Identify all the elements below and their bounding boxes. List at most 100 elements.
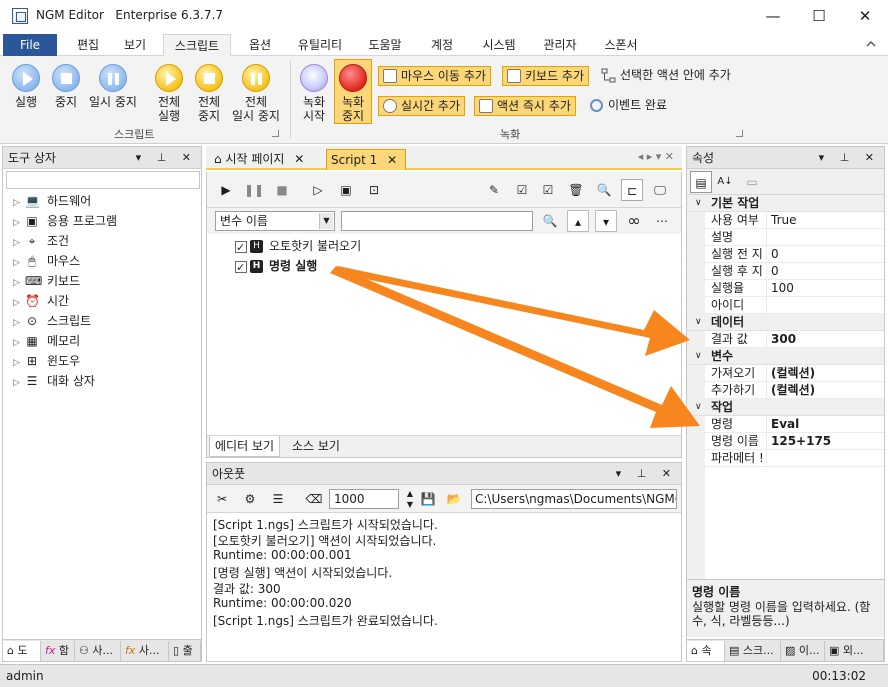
pause-button[interactable]: 일시 중지 xyxy=(86,64,140,109)
prop-row[interactable]: 실행율 100 xyxy=(687,280,884,297)
property-pages-icon[interactable]: ▭ xyxy=(741,171,763,193)
prop-row[interactable]: 사용 여부 True xyxy=(687,212,884,229)
variable-select[interactable]: 변수 이름 ▼ xyxy=(215,211,335,231)
script-tab[interactable]: ▤ 스크... xyxy=(725,641,781,661)
properties-tab[interactable]: ⌂ 속 xyxy=(687,641,725,661)
prop-row[interactable]: 실행 전 지0 xyxy=(687,246,884,263)
tab-script[interactable]: 스크립트 xyxy=(163,34,231,57)
prop-row[interactable]: 파라메터 ! xyxy=(687,450,884,467)
categorized-icon[interactable]: ▤ xyxy=(690,171,712,193)
record-start-button[interactable]: 녹화 시작 xyxy=(296,64,332,123)
category-data[interactable]: ∨ 데이터 xyxy=(687,314,884,331)
api-tab[interactable]: ▣ 외... xyxy=(825,641,884,661)
panel-controls[interactable]: ▾ ⊥ ✕ xyxy=(819,147,880,169)
run-button[interactable]: 실행 xyxy=(8,64,44,109)
tab-utility[interactable]: 유틸리티 xyxy=(290,34,350,56)
tree-item-keyboard[interactable]: ▷ ⌨ 키보드 xyxy=(13,271,80,291)
run-all-button[interactable]: 전체 실행 xyxy=(150,64,188,123)
prop-row[interactable]: 명령 Eval xyxy=(687,416,884,433)
more-icon[interactable]: ⋯ xyxy=(651,210,673,232)
search-icon[interactable]: 🔍 xyxy=(539,210,561,232)
category-task[interactable]: ∨ 작업 xyxy=(687,399,884,416)
script-group-launcher[interactable] xyxy=(272,130,279,137)
folder-icon[interactable]: 📂 xyxy=(443,488,465,510)
tab-editor-view[interactable]: 에디터 보기 xyxy=(209,436,281,457)
action-item-run-command[interactable]: H명령 실행 xyxy=(235,256,317,278)
log-path-input[interactable]: C:\Users\ngmas\Documents\NGM6\ xyxy=(471,489,677,509)
add-keyboard-button[interactable]: 키보드 추가 xyxy=(502,66,590,86)
eraser-icon[interactable]: ⌫ xyxy=(303,488,325,510)
record-group-launcher[interactable] xyxy=(736,130,743,137)
tab-source-view[interactable]: 소스 보기 xyxy=(287,436,345,457)
checkbox[interactable] xyxy=(235,238,247,258)
tree-item-mouse[interactable]: ▷ 🖱 마우스 xyxy=(13,251,80,271)
search-icon[interactable]: 🔍 xyxy=(593,179,615,201)
tab-edit[interactable]: 편집 xyxy=(68,34,108,56)
tab-view[interactable]: 보기 xyxy=(115,34,155,56)
toolbox-tab[interactable]: ⌂ 도 xyxy=(3,641,41,661)
step-play-icon[interactable]: ▷ xyxy=(307,179,329,201)
add-realtime-button[interactable]: 실시간 추가 xyxy=(378,96,466,116)
delete-icon[interactable]: 🗑 xyxy=(565,179,587,201)
user-tab-2[interactable]: fx 사... xyxy=(121,641,169,661)
stop-button[interactable]: 중지 xyxy=(48,64,84,109)
check-icon[interactable]: ☑ xyxy=(537,179,559,201)
prop-row[interactable]: 아이디 xyxy=(687,297,884,314)
category-basic[interactable]: ∨ 기본 작업 xyxy=(687,195,884,212)
tab-account[interactable]: 계정 xyxy=(422,34,462,56)
function-tab[interactable]: fx 함 xyxy=(41,641,75,661)
clean-icon[interactable]: ✂ xyxy=(211,488,233,510)
check-all-icon[interactable]: ☑ xyxy=(511,179,533,201)
checkbox[interactable] xyxy=(235,258,247,278)
panel-controls[interactable]: ▾ ⊥ ✕ xyxy=(616,463,677,485)
maximize-button[interactable]: ☐ xyxy=(796,0,842,32)
close-tab-icon[interactable]: ✕ xyxy=(294,152,304,166)
category-variable[interactable]: ∨ 변수 xyxy=(687,348,884,365)
panel-controls[interactable]: ▾ ⊥ ✕ xyxy=(136,147,197,169)
tree-item-script[interactable]: ▷ ⊙ 스크립트 xyxy=(13,311,91,331)
output-tab[interactable]: ▯ 출 xyxy=(169,641,201,661)
sort-az-icon[interactable]: A↓ xyxy=(714,171,736,193)
add-mouse-move-button[interactable]: 마우스 이동 추가 xyxy=(378,66,491,86)
close-button[interactable]: ✕ xyxy=(842,0,888,32)
prop-row-command-name[interactable]: 명령 이름 125+175 xyxy=(687,433,884,450)
infinity-icon[interactable]: ∞ xyxy=(623,210,645,232)
move-up-icon[interactable]: ▴ xyxy=(567,210,589,232)
stop-icon[interactable]: ■ xyxy=(271,179,293,201)
run-selected-icon[interactable]: ▣ xyxy=(335,179,357,201)
close-tab-icon[interactable]: ✕ xyxy=(387,153,397,167)
tree-item-dialog[interactable]: ▷ ☰ 대화 상자 xyxy=(13,371,95,391)
file-tab[interactable]: File xyxy=(3,34,57,56)
tab-sponsor[interactable]: 스폰서 xyxy=(596,34,646,56)
move-down-icon[interactable]: ▾ xyxy=(595,210,617,232)
minimize-button[interactable]: — xyxy=(750,0,796,32)
toolbox-search-input[interactable] xyxy=(6,171,200,189)
list-icon[interactable]: ☰ xyxy=(267,488,289,510)
prop-row-result[interactable]: 결과 값 300 xyxy=(687,331,884,348)
monitor-icon[interactable]: 🖵 xyxy=(649,179,671,201)
stop-all-button[interactable]: 전체 중지 xyxy=(190,64,228,123)
prop-row[interactable]: 추가하기 (컬렉션) xyxy=(687,382,884,399)
tab-options[interactable]: 옵션 xyxy=(240,34,280,56)
pause-icon[interactable]: ❚❚ xyxy=(243,179,265,201)
edit-icon[interactable]: ✎ xyxy=(483,179,505,201)
tab-help[interactable]: 도움말 xyxy=(360,34,410,56)
prop-row[interactable]: 가져오기 (컬렉션) xyxy=(687,365,884,382)
image-tab[interactable]: ▨ 이... xyxy=(781,641,825,661)
play-icon[interactable]: ▶ xyxy=(215,179,237,201)
run-from-icon[interactable]: ⊡ xyxy=(363,179,385,201)
tree-item-window[interactable]: ▷ ⊞ 윈도우 xyxy=(13,351,80,371)
event-done-button[interactable]: 이벤트 완료 xyxy=(586,96,667,116)
prop-row[interactable]: 실행 후 지0 xyxy=(687,263,884,280)
tree-item-hardware[interactable]: ▷ 💻 하드웨어 xyxy=(13,191,91,211)
tree-view-icon[interactable]: ⊏ xyxy=(621,179,643,201)
collapse-ribbon-icon[interactable] xyxy=(864,37,878,51)
tree-item-memory[interactable]: ▷ ▦ 메모리 xyxy=(13,331,80,351)
tab-nav-icons[interactable]: ◂ ▸ ▾ ✕ xyxy=(638,150,674,163)
tree-item-condition[interactable]: ▷ ⌖ 조건 xyxy=(13,231,69,251)
action-item-autohotkey[interactable]: H오토핫키 불러오기 xyxy=(235,236,361,258)
tree-item-application[interactable]: ▷ ▣ 응용 프로그램 xyxy=(13,211,117,231)
user-tab-1[interactable]: ⚇ 사... xyxy=(75,641,121,661)
record-stop-button[interactable]: 녹화 중지 xyxy=(334,64,372,123)
tab-system[interactable]: 시스템 xyxy=(474,34,524,56)
